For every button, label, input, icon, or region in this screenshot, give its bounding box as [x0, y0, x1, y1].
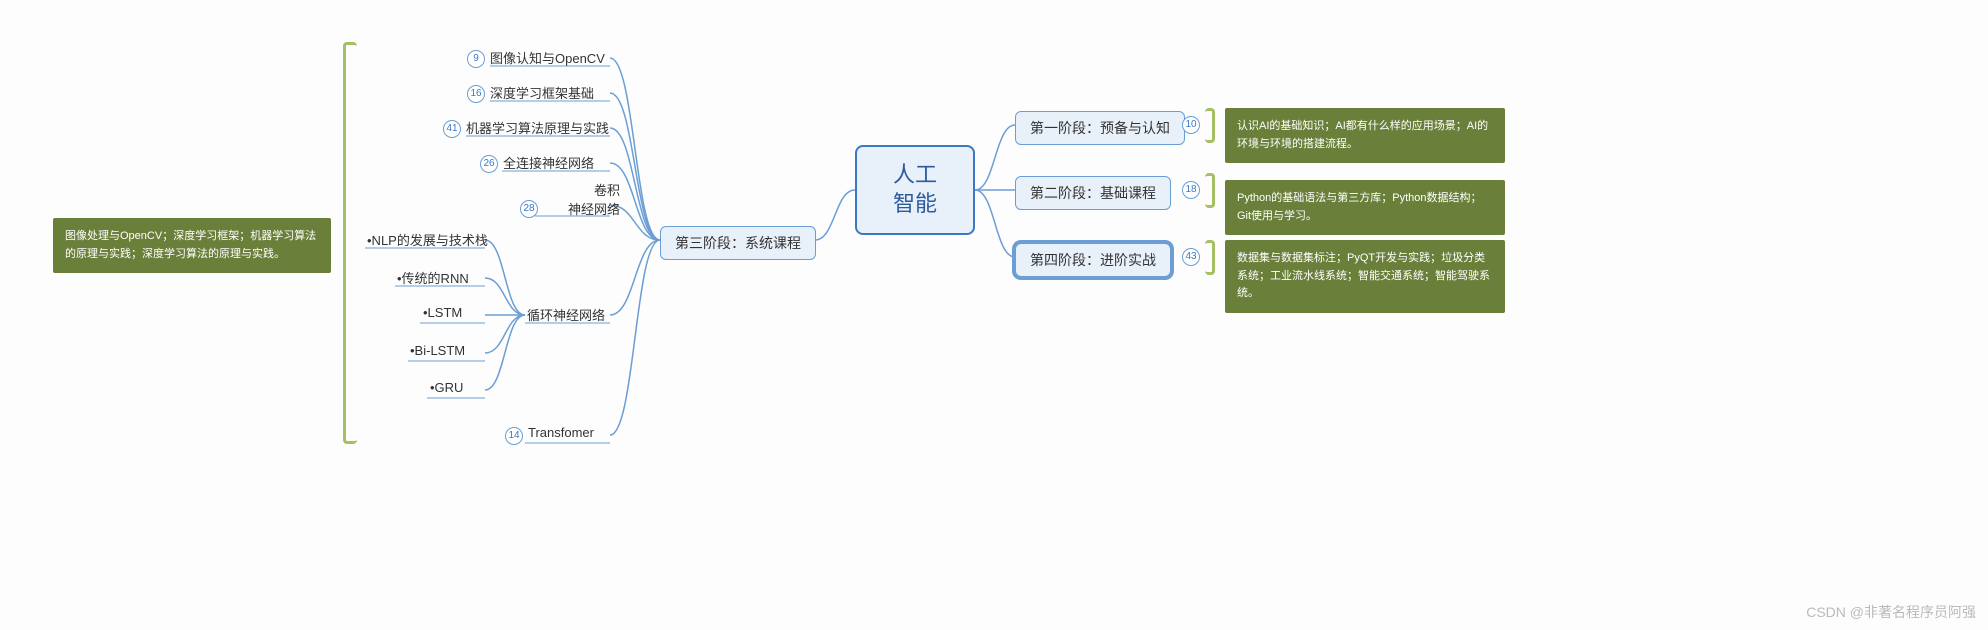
note-stage1: 认识AI的基础知识；AI都有什么样的应用场景；AI的环境与环境的搭建流程。 [1225, 108, 1505, 163]
bracket-stage4 [1205, 240, 1215, 275]
note-stage4: 数据集与数据集标注；PyQT开发与实践；垃圾分类系统；工业流水线系统；智能交通系… [1225, 240, 1505, 313]
stage3-child-7[interactable]: Transfomer [528, 425, 594, 440]
root-node[interactable]: 人工 智能 [855, 145, 975, 235]
stage3-child-3-badge: 41 [443, 120, 461, 138]
rnn-child-1[interactable]: •NLP的发展与技术栈 [367, 230, 488, 249]
stage3-child-1[interactable]: 图像认知与OpenCV [490, 48, 605, 67]
stage2-node[interactable]: 第二阶段：基础课程 [1015, 176, 1171, 210]
note-stage2: Python的基础语法与第三方库；Python数据结构；Git使用与学习。 [1225, 180, 1505, 235]
stage1-node[interactable]: 第一阶段：预备与认知 [1015, 111, 1185, 145]
stage3-child-2-badge: 16 [467, 85, 485, 103]
rnn-child-3[interactable]: •LSTM [423, 305, 462, 320]
bracket-stage1 [1205, 108, 1215, 143]
bracket-stage3 [343, 42, 357, 444]
stage3-label: 第三阶段：系统课程 [675, 235, 801, 251]
watermark: CSDN @非著名程序员阿强 [1806, 602, 1976, 622]
root-label: 人工 智能 [893, 161, 937, 218]
rnn-child-5[interactable]: •GRU [430, 380, 463, 395]
stage4-node[interactable]: 第四阶段：进阶实战 [1015, 243, 1171, 277]
stage3-child-2[interactable]: 深度学习框架基础 [490, 83, 594, 102]
stage4-badge: 43 [1182, 248, 1200, 266]
stage1-badge: 10 [1182, 116, 1200, 134]
rnn-child-2[interactable]: •传统的RNN [397, 268, 469, 287]
stage3-child-7-badge: 14 [505, 427, 523, 445]
connector-lines [0, 0, 1988, 630]
stage4-label: 第四阶段：进阶实战 [1030, 252, 1156, 268]
stage3-child-4-badge: 26 [480, 155, 498, 173]
stage3-child-5-badge: 28 [520, 200, 538, 218]
stage1-label: 第一阶段：预备与认知 [1030, 120, 1170, 136]
note-stage3: 图像处理与OpenCV；深度学习框架；机器学习算法的原理与实践；深度学习算法的原… [53, 218, 331, 273]
stage3-child-1-badge: 9 [467, 50, 485, 68]
stage3-node[interactable]: 第三阶段：系统课程 [660, 226, 816, 260]
stage2-label: 第二阶段：基础课程 [1030, 185, 1156, 201]
stage3-child-4[interactable]: 全连接神经网络 [503, 153, 594, 172]
bracket-stage2 [1205, 173, 1215, 208]
rnn-child-4[interactable]: •Bi-LSTM [410, 343, 465, 358]
stage2-badge: 18 [1182, 181, 1200, 199]
stage3-child-3[interactable]: 机器学习算法原理与实践 [466, 118, 609, 137]
stage3-child-6[interactable]: 循环神经网络 [527, 305, 605, 324]
